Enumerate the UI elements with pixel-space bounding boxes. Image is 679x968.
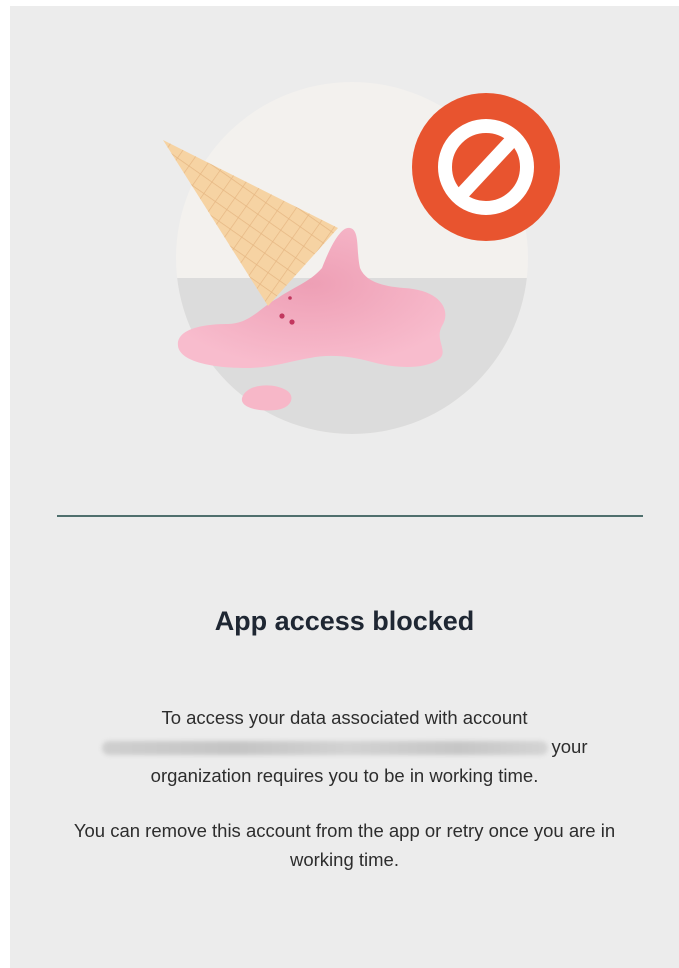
section-divider <box>57 515 643 517</box>
message-account-suffix: your <box>551 736 588 757</box>
remove-or-retry-hint: You can remove this account from the app… <box>73 820 616 870</box>
melted-ice-cream-illustration <box>163 82 560 434</box>
message-line-3: organization requires you to be in worki… <box>150 765 539 786</box>
app-access-blocked-screen: App access blocked To access your data a… <box>10 6 679 968</box>
message-line-1: To access your data associated with acco… <box>161 707 528 728</box>
sprinkle <box>289 319 295 325</box>
sprinkle <box>279 313 285 319</box>
dialog-title: App access blocked <box>214 606 475 636</box>
blocked-icon <box>412 93 560 241</box>
access-message: To access your data associated with acco… <box>70 703 619 790</box>
redacted-account-email <box>101 741 548 756</box>
sprinkle <box>288 296 292 300</box>
